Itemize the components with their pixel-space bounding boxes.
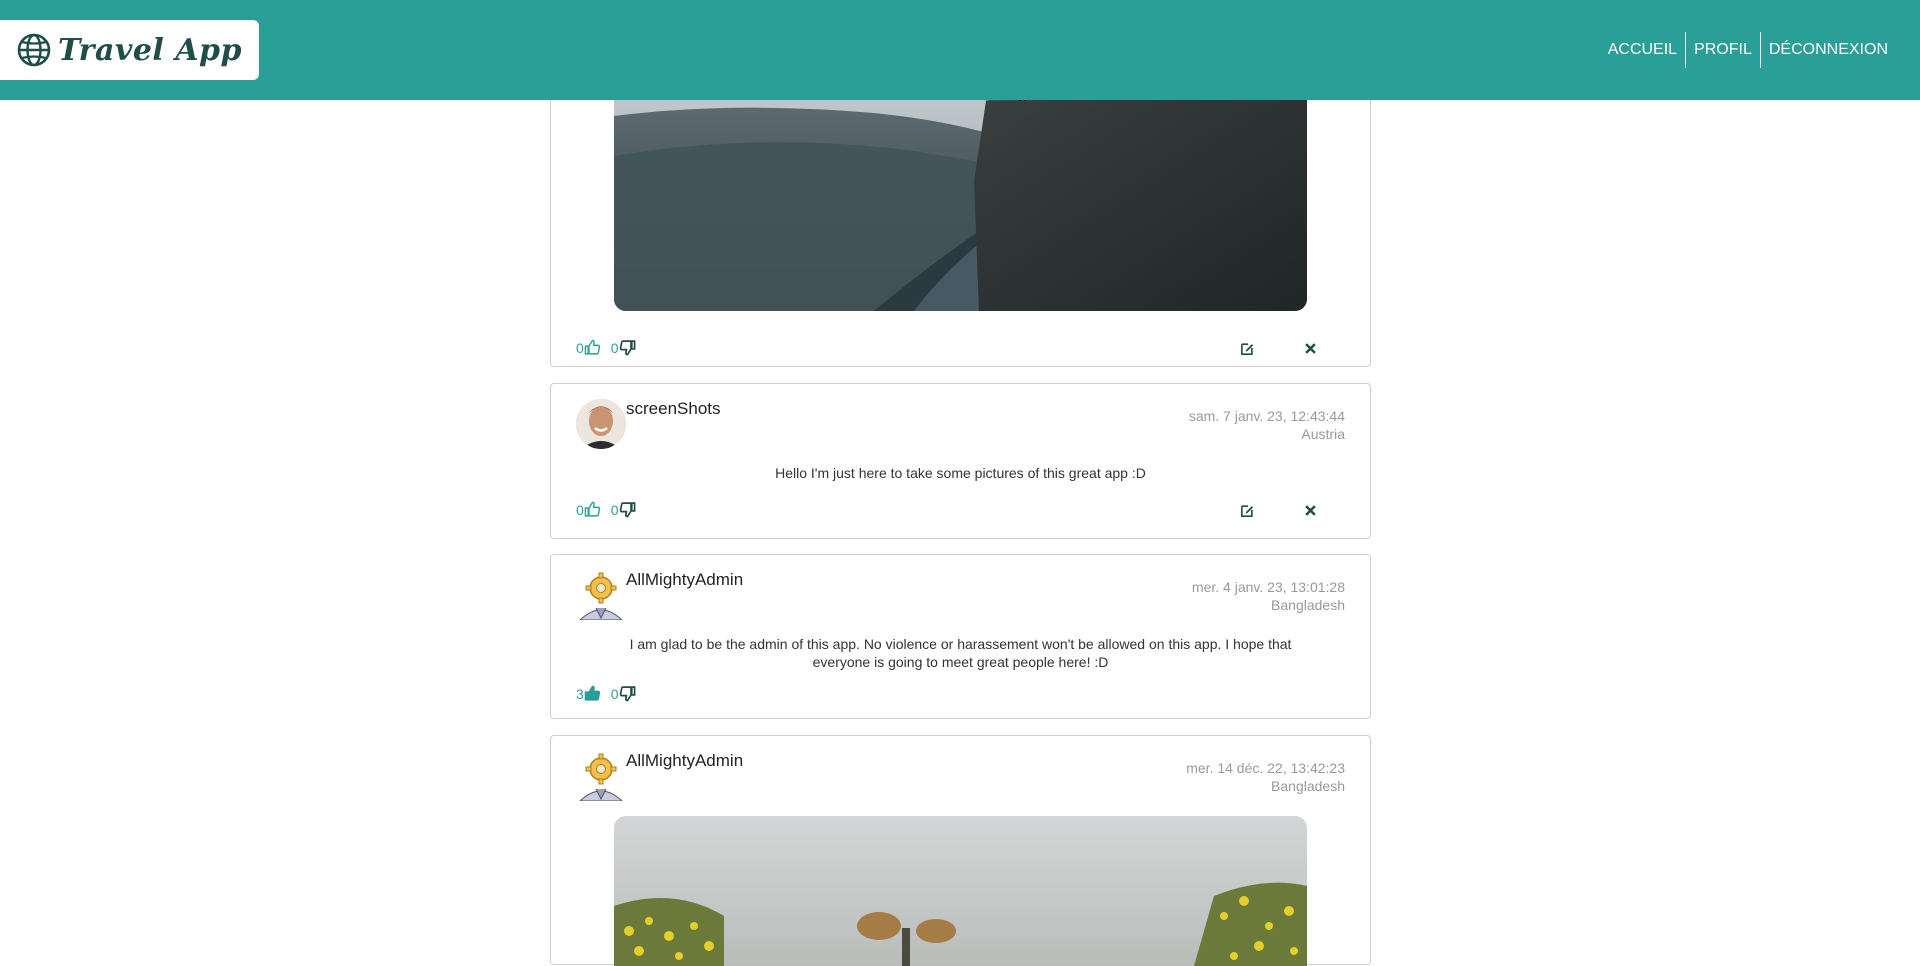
- close-icon: [1305, 505, 1316, 516]
- thumbs-down-icon: [619, 340, 636, 356]
- dislike-count: 0: [610, 339, 619, 356]
- post-text: Hello I'm just here to take some picture…: [775, 465, 1146, 481]
- post-meta: sam. 7 janv. 23, 12:43:44 Austria: [1189, 407, 1345, 443]
- post-country: Austria: [1301, 426, 1345, 442]
- thumbs-up-icon: [584, 501, 600, 517]
- dislike-button[interactable]: 0: [611, 501, 636, 518]
- post-card: AllMightyAdmin mer. 14 déc. 22, 13:42:23…: [550, 735, 1371, 966]
- avatar[interactable]: [576, 399, 626, 449]
- post-card: screenShots sam. 7 janv. 23, 12:43:44 Au…: [550, 383, 1371, 539]
- dislike-button[interactable]: 0: [611, 339, 636, 356]
- edit-icon: [1241, 505, 1254, 517]
- dislike-count: 0: [610, 685, 619, 702]
- like-button[interactable]: 3: [576, 685, 601, 702]
- like-count: 0: [576, 501, 584, 518]
- brand-name: Travel App: [58, 32, 242, 68]
- edit-icon: [1241, 343, 1254, 355]
- thumbs-up-icon: [584, 685, 600, 701]
- delete-post-button[interactable]: [1303, 503, 1318, 518]
- post-actions: [1192, 503, 1318, 518]
- post-text-line: I am glad to be the admin of this app. N…: [629, 636, 1292, 652]
- post-text: I am glad to be the admin of this app. N…: [576, 635, 1345, 671]
- post-date: mer. 14 déc. 22, 13:42:23: [1186, 760, 1345, 776]
- nav-home-link[interactable]: ACCUEIL: [1600, 32, 1685, 68]
- post-card: 0 0: [550, 60, 1371, 367]
- dislike-button[interactable]: 0: [611, 685, 636, 702]
- post-country: Bangladesh: [1271, 597, 1345, 613]
- admin-gear-icon: [579, 753, 623, 801]
- navbar: Travel App ACCUEIL PROFIL DÉCONNEXION: [0, 0, 1920, 100]
- avatar[interactable]: [576, 751, 626, 801]
- thumbs-up-icon: [584, 339, 600, 355]
- post-reactions: 0 0: [576, 339, 646, 356]
- avatar[interactable]: [576, 570, 626, 620]
- edit-post-button[interactable]: [1240, 341, 1255, 356]
- post-card: AllMightyAdmin mer. 4 janv. 23, 13:01:28…: [550, 554, 1371, 719]
- post-meta: mer. 4 janv. 23, 13:01:28 Bangladesh: [1192, 578, 1345, 614]
- post-photo: [614, 816, 1307, 966]
- dislike-count: 0: [610, 501, 619, 518]
- globe-icon: [17, 33, 51, 67]
- post-actions: [1192, 341, 1318, 356]
- post-reactions: 3 0: [576, 685, 646, 702]
- post-author[interactable]: screenShots: [626, 399, 721, 419]
- edit-post-button[interactable]: [1240, 503, 1255, 518]
- post-author[interactable]: AllMightyAdmin: [626, 570, 743, 590]
- like-count: 3: [576, 685, 584, 702]
- thumbs-down-icon: [619, 686, 636, 702]
- like-button[interactable]: 0: [576, 339, 601, 356]
- post-date: sam. 7 janv. 23, 12:43:44: [1188, 408, 1345, 424]
- nav-links: ACCUEIL PROFIL DÉCONNEXION: [1600, 32, 1896, 68]
- like-count: 0: [576, 339, 584, 356]
- thumbs-down-icon: [619, 502, 636, 518]
- app-logo[interactable]: Travel App: [0, 20, 259, 80]
- nav-profile-link[interactable]: PROFIL: [1686, 32, 1760, 68]
- post-reactions: 0 0: [576, 501, 646, 518]
- post-country: Bangladesh: [1271, 778, 1345, 794]
- post-meta: mer. 14 déc. 22, 13:42:23 Bangladesh: [1186, 759, 1345, 795]
- man-portrait-icon: [576, 399, 626, 449]
- nav-logout-link[interactable]: DÉCONNEXION: [1761, 32, 1896, 68]
- like-button[interactable]: 0: [576, 501, 601, 518]
- post-date: mer. 4 janv. 23, 13:01:28: [1191, 579, 1345, 595]
- post-text-line: everyone is going to meet great people h…: [812, 654, 1109, 670]
- close-icon: [1305, 343, 1316, 354]
- delete-post-button[interactable]: [1303, 341, 1318, 356]
- post-author[interactable]: AllMightyAdmin: [626, 751, 743, 771]
- admin-gear-icon: [579, 572, 623, 620]
